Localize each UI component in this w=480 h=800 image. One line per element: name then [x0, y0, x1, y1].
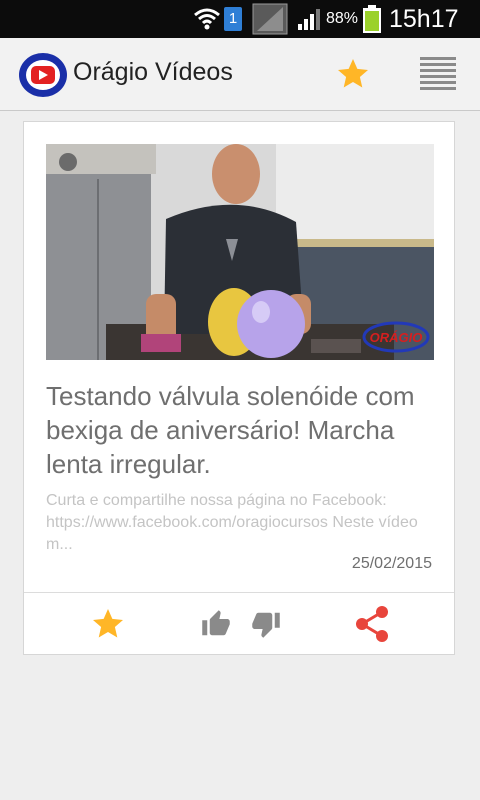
video-description: Curta e compartilhe nossa página no Face…: [46, 492, 418, 553]
favorite-star-icon[interactable]: [86, 593, 130, 655]
video-card[interactable]: ORÁGIO Testando válvula solenóide com be…: [23, 121, 455, 655]
signal-strength-icon: [297, 0, 323, 38]
video-title[interactable]: Testando válvula solenóide com bexiga de…: [46, 379, 438, 481]
video-date: 25/02/2015: [351, 555, 432, 572]
notification-badge-count: 1: [224, 7, 242, 31]
wifi-icon: [193, 0, 221, 38]
menu-icon[interactable]: [419, 56, 457, 95]
battery-icon: [363, 0, 381, 38]
battery-percent: 88%: [326, 10, 359, 27]
notification-badge: 1: [224, 0, 242, 38]
clock: 15h17: [389, 4, 459, 33]
share-icon[interactable]: [350, 593, 394, 655]
video-thumbnail[interactable]: ORÁGIO: [46, 144, 434, 360]
thumbs-down-icon[interactable]: [248, 593, 284, 655]
app-title: Orágio Vídeos: [73, 58, 233, 86]
thumbs-up-icon[interactable]: [198, 593, 234, 655]
app-bar: Orágio Vídeos: [0, 38, 480, 111]
app-logo-icon[interactable]: [18, 52, 68, 103]
status-bar: 1 88% 15h17: [0, 0, 480, 38]
favorites-star-icon[interactable]: [335, 56, 371, 97]
data-signal-icon: [252, 0, 288, 38]
thumbnail-watermark: ORÁGIO: [370, 330, 423, 345]
card-actions: [24, 593, 454, 655]
